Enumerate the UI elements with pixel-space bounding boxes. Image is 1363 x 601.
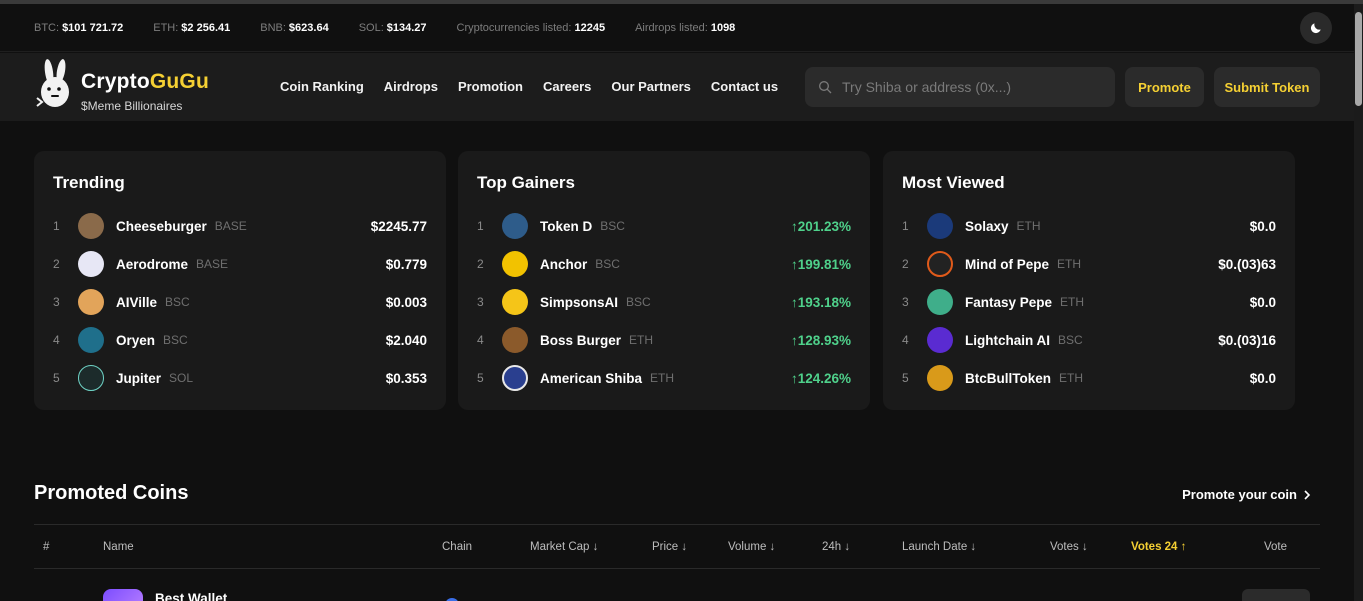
coin-avatar <box>78 289 104 315</box>
vote-button[interactable] <box>1242 589 1310 601</box>
col-launch-date[interactable]: Launch Date ↓ <box>902 541 976 553</box>
most-viewed-card: Most Viewed 1 Solaxy ETH $0.0 2 Mind of Pepe… <box>883 151 1295 410</box>
col-volume[interactable]: Volume ↓ <box>728 541 775 553</box>
search-input[interactable] <box>842 79 1102 95</box>
trending-row[interactable]: 2 Aerodrome BASE $0.779 <box>53 250 427 278</box>
submit-token-button[interactable]: Submit Token <box>1214 67 1320 107</box>
viewed-row[interactable]: 1 Solaxy ETH $0.0 <box>902 212 1276 240</box>
theme-toggle-button[interactable] <box>1300 12 1332 44</box>
coin-avatar <box>502 251 528 277</box>
table-row[interactable]: Best Wallet <box>34 569 1320 601</box>
brand-tagline: $Meme Billionaires <box>81 99 183 113</box>
coin-name[interactable]: Best Wallet <box>155 591 227 601</box>
col-price[interactable]: Price ↓ <box>652 541 687 553</box>
coin-avatar <box>502 327 528 353</box>
col-chain: Chain <box>442 541 473 553</box>
coin-avatar <box>502 213 528 239</box>
col-vote: Vote <box>1264 541 1288 553</box>
ticker-btc: BTC: $101 721.72 <box>34 21 124 34</box>
main-nav: Coin Ranking Airdrops Promotion Careers … <box>280 79 798 94</box>
nav-careers[interactable]: Careers <box>543 79 591 94</box>
site-logo[interactable]: CryptoGuGu $Meme Billionaires <box>33 58 223 114</box>
promote-your-coin-link[interactable]: Promote your coin <box>1182 487 1311 502</box>
gainer-row[interactable]: 4 Boss Burger ETH ↑128.93% <box>477 326 851 354</box>
ticker-bnb: BNB: $623.64 <box>260 21 329 34</box>
col-number: # <box>43 541 50 553</box>
coin-avatar <box>927 251 953 277</box>
coin-avatar <box>927 289 953 315</box>
price-ticker: BTC: $101 721.72 ETH: $2 256.41 BNB: $623.6… <box>0 4 1354 52</box>
coin-avatar <box>78 365 104 391</box>
col-name: Name <box>103 541 134 553</box>
col-votes[interactable]: Votes ↓ <box>1050 541 1088 553</box>
coin-avatar <box>927 365 953 391</box>
viewed-row[interactable]: 5 BtcBullToken ETH $0.0 <box>902 364 1276 392</box>
coin-avatar <box>78 213 104 239</box>
coin-avatar <box>78 327 104 353</box>
gainer-row[interactable]: 5 American Shiba ETH ↑124.26% <box>477 364 851 392</box>
gainer-row[interactable]: 3 SimpsonsAI BSC ↑193.18% <box>477 288 851 316</box>
site-header: CryptoGuGu $Meme Billionaires Coin Ranki… <box>0 53 1354 121</box>
trending-row[interactable]: 1 Cheeseburger BASE $2245.77 <box>53 212 427 240</box>
top-gainers-title: Top Gainers <box>477 173 575 192</box>
promote-button[interactable]: Promote <box>1125 67 1204 107</box>
nav-our-partners[interactable]: Our Partners <box>611 79 690 94</box>
rabbit-mascot-icon <box>36 59 69 107</box>
trending-row[interactable]: 5 Jupiter SOL $0.353 <box>53 364 427 392</box>
coin-avatar <box>927 213 953 239</box>
col-24h[interactable]: 24h ↓ <box>822 541 850 553</box>
ticker-cryptocurrencies: Cryptocurrencies listed: 12245 <box>456 21 606 34</box>
coin-avatar <box>502 289 528 315</box>
brand-name: CryptoGuGu <box>81 70 209 93</box>
search-icon <box>819 81 832 94</box>
col-votes-24[interactable]: Votes 24 ↑ <box>1131 541 1186 553</box>
ticker-sol: SOL: $134.27 <box>358 21 427 34</box>
top-gainers-card: Top Gainers 1 Token D BSC ↑201.23% 2 Anchor B… <box>458 151 870 410</box>
promoted-table-header: # Name Chain Market Cap ↓ Price ↓ Volume… <box>34 524 1320 569</box>
ticker-airdrops: Airdrops listed: 1098 <box>635 21 736 34</box>
scrollbar-thumb[interactable] <box>1355 12 1362 106</box>
nav-airdrops[interactable]: Airdrops <box>384 79 438 94</box>
trending-row[interactable]: 4 Oryen BSC $2.040 <box>53 326 427 354</box>
coin-avatar <box>927 327 953 353</box>
coin-avatar <box>502 365 528 391</box>
ticker-eth: ETH: $2 256.41 <box>153 21 231 34</box>
chevron-right-icon <box>1304 489 1311 500</box>
trending-card: Trending 1 Cheeseburger BASE $2245.77 2 Aero… <box>34 151 446 410</box>
coin-logo <box>103 589 143 601</box>
nav-contact-us[interactable]: Contact us <box>711 79 778 94</box>
coin-avatar <box>78 251 104 277</box>
col-market-cap[interactable]: Market Cap ↓ <box>530 541 598 553</box>
moon-icon <box>1310 23 1321 34</box>
gainer-row[interactable]: 1 Token D BSC ↑201.23% <box>477 212 851 240</box>
promoted-coins-title: Promoted Coins <box>34 482 189 504</box>
nav-coin-ranking[interactable]: Coin Ranking <box>280 79 364 94</box>
gainer-row[interactable]: 2 Anchor BSC ↑199.81% <box>477 250 851 278</box>
search-box[interactable] <box>805 67 1115 107</box>
trending-row[interactable]: 3 AIVille BSC $0.003 <box>53 288 427 316</box>
trending-title: Trending <box>53 173 125 192</box>
page-scrollbar[interactable] <box>1354 4 1363 601</box>
viewed-row[interactable]: 4 Lightchain AI BSC $0.(03)16 <box>902 326 1276 354</box>
nav-promotion[interactable]: Promotion <box>458 79 523 94</box>
viewed-row[interactable]: 3 Fantasy Pepe ETH $0.0 <box>902 288 1276 316</box>
most-viewed-title: Most Viewed <box>902 173 1005 192</box>
viewed-row[interactable]: 2 Mind of Pepe ETH $0.(03)63 <box>902 250 1276 278</box>
